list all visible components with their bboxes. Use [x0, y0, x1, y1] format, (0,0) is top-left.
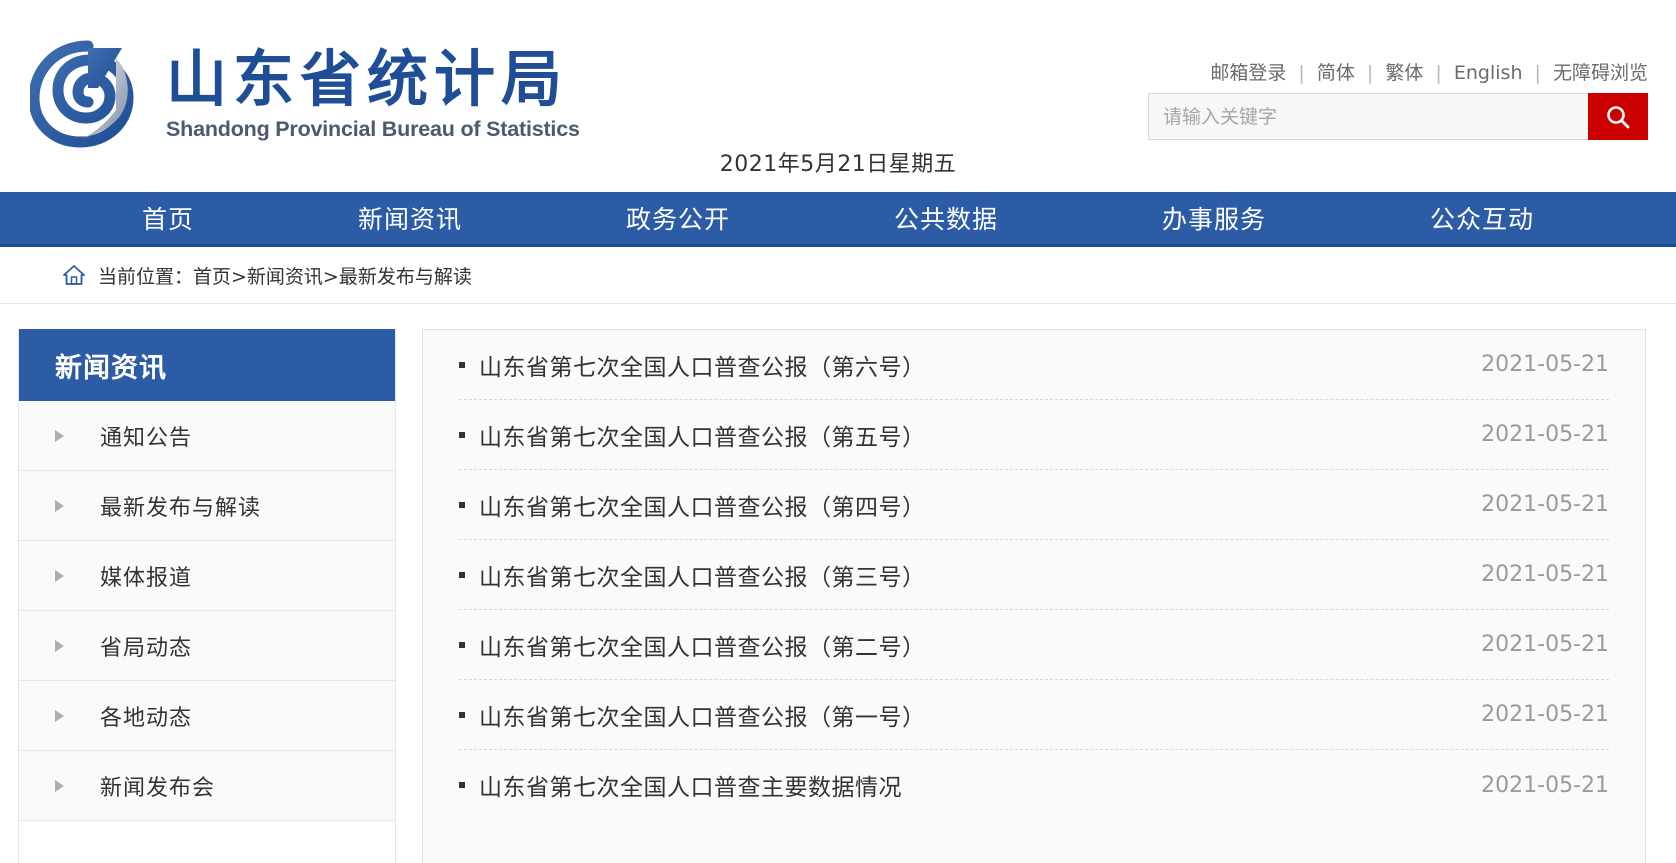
- sidebar-item-label: 通知公告: [100, 425, 193, 451]
- util-link-traditional[interactable]: 繁体: [1385, 62, 1423, 84]
- news-list: 山东省第七次全国人口普查公报（第六号） 2021-05-21 山东省第七次全国人…: [422, 329, 1646, 863]
- news-title: 山东省第七次全国人口普查公报（第四号）: [479, 494, 926, 521]
- news-title: 山东省第七次全国人口普查公报（第二号）: [479, 634, 926, 661]
- chevron-right-icon: [55, 569, 64, 582]
- util-separator: |: [1366, 62, 1374, 84]
- search-icon: [1607, 105, 1630, 128]
- util-link-accessibility[interactable]: 无障碍浏览: [1553, 62, 1648, 84]
- current-date: 2021年5月21日星期五: [719, 152, 957, 177]
- search-button[interactable]: [1588, 93, 1648, 140]
- breadcrumb: 当前位置：首页>新闻资讯>最新发布与解读: [0, 247, 1676, 304]
- sidebar-title: 新闻资讯: [19, 329, 395, 401]
- sidebar-item-label: 省局动态: [100, 635, 193, 661]
- news-date: 2021-05-21: [1481, 772, 1609, 798]
- list-item[interactable]: 山东省第七次全国人口普查公报（第三号） 2021-05-21: [459, 540, 1609, 610]
- logo-title-en: Shandong Provincial Bureau of Statistics: [166, 117, 580, 142]
- bureau-emblem-icon: [30, 40, 134, 148]
- list-item[interactable]: 山东省第七次全国人口普查主要数据情况 2021-05-21: [459, 750, 1609, 820]
- list-item[interactable]: 山东省第七次全国人口普查公报（第五号） 2021-05-21: [459, 400, 1609, 470]
- nav-item-data[interactable]: 公共数据: [894, 200, 998, 236]
- bullet-icon: [459, 641, 465, 648]
- util-link-english[interactable]: English: [1454, 62, 1523, 84]
- search-input[interactable]: [1148, 93, 1588, 140]
- chevron-right-icon: [55, 779, 64, 792]
- bullet-icon: [459, 782, 465, 788]
- site-logo[interactable]: 山东省统计局 Shandong Provincial Bureau of Sta…: [30, 36, 580, 148]
- chevron-right-icon: [55, 499, 64, 512]
- search-bar: [1148, 93, 1648, 140]
- util-separator: |: [1435, 62, 1442, 84]
- page-root: 山东省统计局 Shandong Provincial Bureau of Sta…: [0, 0, 1676, 863]
- sidebar: 新闻资讯 通知公告 最新发布与解读 媒体报道 省局动态 各地动态 新闻发布会: [18, 329, 396, 863]
- sidebar-item-latest-releases[interactable]: 最新发布与解读: [19, 471, 395, 541]
- news-date: 2021-05-21: [1481, 492, 1609, 517]
- sidebar-item-media-coverage[interactable]: 媒体报道: [19, 541, 395, 611]
- home-icon: [62, 264, 86, 286]
- main-navigation: 首页 新闻资讯 政务公开 公共数据 办事服务 公众互动: [0, 192, 1676, 247]
- sidebar-item-label: 各地动态: [100, 705, 193, 731]
- util-link-simplified[interactable]: 简体: [1317, 62, 1355, 84]
- utility-links: 邮箱登录 | 简体 | 繁体 | English | 无障碍浏览: [1210, 58, 1648, 85]
- news-date: 2021-05-21: [1481, 562, 1609, 587]
- news-title: 山东省第七次全国人口普查公报（第三号）: [479, 564, 926, 591]
- sidebar-item-label: 媒体报道: [100, 565, 193, 591]
- chevron-right-icon: [55, 709, 64, 722]
- news-title: 山东省第七次全国人口普查公报（第一号）: [479, 704, 926, 731]
- nav-item-interact[interactable]: 公众互动: [1430, 200, 1534, 236]
- list-item[interactable]: 山东省第七次全国人口普查公报（第四号） 2021-05-21: [459, 470, 1609, 540]
- sidebar-item-bureau-news[interactable]: 省局动态: [19, 611, 395, 681]
- nav-item-affairs[interactable]: 政务公开: [626, 200, 730, 236]
- bullet-icon: [459, 571, 465, 578]
- logo-title-cn: 山东省统计局: [166, 44, 569, 115]
- news-title: 山东省第七次全国人口普查公报（第五号）: [479, 424, 926, 451]
- news-date: 2021-05-21: [1481, 352, 1609, 377]
- sidebar-item-local-news[interactable]: 各地动态: [19, 681, 395, 751]
- util-separator: |: [1534, 62, 1541, 84]
- sidebar-item-press-conference[interactable]: 新闻发布会: [19, 751, 395, 821]
- bullet-icon: [459, 501, 465, 508]
- bullet-icon: [459, 711, 465, 718]
- sidebar-item-label: 最新发布与解读: [100, 495, 262, 521]
- list-item[interactable]: 山东省第七次全国人口普查公报（第一号） 2021-05-21: [459, 680, 1609, 750]
- bullet-icon: [459, 431, 465, 438]
- news-date: 2021-05-21: [1481, 702, 1609, 727]
- site-header: 山东省统计局 Shandong Provincial Bureau of Sta…: [0, 0, 1676, 192]
- bullet-icon: [459, 361, 465, 368]
- chevron-right-icon: [55, 429, 64, 442]
- util-link-email-login[interactable]: 邮箱登录: [1210, 62, 1286, 84]
- list-item[interactable]: 山东省第七次全国人口普查公报（第二号） 2021-05-21: [459, 610, 1609, 680]
- breadcrumb-text: 当前位置：首页>新闻资讯>最新发布与解读: [98, 265, 472, 288]
- list-item[interactable]: 山东省第七次全国人口普查公报（第六号） 2021-05-21: [459, 330, 1609, 400]
- news-title: 山东省第七次全国人口普查公报（第六号）: [479, 354, 926, 381]
- content-area: 新闻资讯 通知公告 最新发布与解读 媒体报道 省局动态 各地动态 新闻发布会 山…: [0, 304, 1676, 863]
- nav-item-news[interactable]: 新闻资讯: [358, 200, 462, 236]
- news-date: 2021-05-21: [1481, 422, 1609, 447]
- nav-item-services[interactable]: 办事服务: [1162, 200, 1266, 236]
- nav-item-home[interactable]: 首页: [142, 200, 194, 236]
- chevron-right-icon: [55, 639, 64, 652]
- sidebar-item-notices[interactable]: 通知公告: [19, 401, 395, 471]
- news-date: 2021-05-21: [1481, 632, 1609, 657]
- util-separator: |: [1298, 62, 1305, 84]
- news-title: 山东省第七次全国人口普查主要数据情况: [479, 775, 902, 801]
- sidebar-item-label: 新闻发布会: [100, 775, 216, 801]
- logo-text-block: 山东省统计局 Shandong Provincial Bureau of Sta…: [166, 36, 580, 142]
